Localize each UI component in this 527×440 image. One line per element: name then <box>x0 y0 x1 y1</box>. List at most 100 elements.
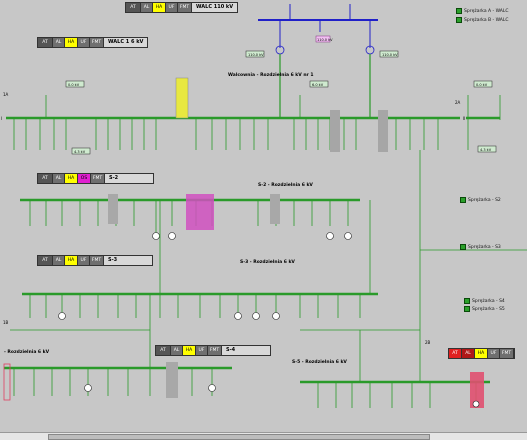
reading: 4.3 kV <box>480 148 492 152</box>
status-bar-s2: AT AL HA OS FMT S-2 <box>37 173 154 184</box>
status-btn-at[interactable]: AT <box>38 174 53 183</box>
status-btn-ha[interactable]: HA <box>475 349 488 358</box>
status-bar-s5: AT AL HA UF FMT <box>448 348 515 359</box>
legend-compressor-b[interactable]: Sprężarka B - WALC <box>456 17 509 23</box>
status-bar-label: S-4 <box>222 346 270 355</box>
legend-compressor-s5[interactable]: Sprężarka - S5 <box>464 306 505 312</box>
bus-label-left: I <box>1 116 2 121</box>
status-btn-uf[interactable]: UF <box>196 346 208 355</box>
compressor-status-icon <box>464 306 470 312</box>
status-btn-uf[interactable]: UF <box>488 349 500 358</box>
marker-1a: 1A <box>3 92 9 97</box>
status-btn-ha[interactable]: HA <box>65 256 78 265</box>
status-btn-fmt[interactable]: FMT <box>500 349 514 358</box>
status-btn-al[interactable]: AL <box>53 38 65 47</box>
legend-label: Sprężarka A - WALC <box>464 8 509 14</box>
status-btn-al[interactable]: AL <box>141 3 153 12</box>
legend-compressor-a[interactable]: Sprężarka A - WALC <box>456 8 509 14</box>
compressor-status-icon <box>456 8 462 14</box>
status-bar-label: S-2 <box>105 174 153 183</box>
motor-symbol[interactable] <box>152 232 160 240</box>
bus-label-right: II <box>463 116 465 121</box>
walcownia-title: Walcownia - Rozdzielnia 6 kV nr 1 <box>228 72 313 78</box>
status-btn-fmt[interactable]: FMT <box>90 256 104 265</box>
status-btn-at[interactable]: AT <box>38 256 53 265</box>
hv-reading: 110.0 kV <box>248 53 264 57</box>
legend-label: Sprężarka - S5 <box>472 306 505 312</box>
status-btn-ha[interactable]: HA <box>65 38 78 47</box>
motor-symbol[interactable] <box>472 400 480 408</box>
single-line-diagram: 110.0 kV 110.0 kV 110.0 kV Walcownia - R… <box>1 4 527 408</box>
status-bar-walc110: AT AL HA UF FMT WALC 110 kV <box>125 2 239 13</box>
legend-compressor-s3[interactable]: Sprężarka - S3 <box>460 244 501 250</box>
hv-reading: 110.0 kV <box>317 38 333 42</box>
s3-title: S-3 - Rozdzielnia 6 kV <box>240 259 295 265</box>
status-btn-ha[interactable]: HA <box>183 346 196 355</box>
status-btn-at[interactable]: AT <box>449 349 462 358</box>
alarm-yellow-feeder[interactable] <box>175 77 189 119</box>
status-btn-fmt[interactable]: FMT <box>208 346 222 355</box>
feeder-grey-highlight <box>166 362 178 398</box>
status-btn-os[interactable]: OS <box>78 174 91 183</box>
legend-label: Sprężarka - S2 <box>468 197 501 203</box>
hv-reading: 110.0 kV <box>382 53 398 57</box>
marker-1b: 1B <box>3 320 9 325</box>
status-btn-al[interactable]: AL <box>462 349 475 358</box>
reading: 4.3 kV <box>74 150 86 154</box>
s5-feeders <box>300 150 527 408</box>
status-bar-s4: AT AL HA UF FMT S-4 <box>155 345 271 356</box>
status-bar-label: S-3 <box>104 256 152 265</box>
status-btn-uf[interactable]: UF <box>78 256 90 265</box>
status-bar-label: WALC 1 6 kV <box>104 38 148 47</box>
status-btn-uf[interactable]: UF <box>78 38 90 47</box>
motor-symbol[interactable] <box>344 232 352 240</box>
status-btn-al[interactable]: AL <box>53 174 65 183</box>
motor-symbol[interactable] <box>326 232 334 240</box>
status-btn-ha[interactable]: HA <box>153 3 166 12</box>
feeder-grey-highlight <box>270 194 280 224</box>
feeder-grey-highlight <box>330 110 340 152</box>
motor-symbol[interactable] <box>272 312 280 320</box>
motor-symbol[interactable] <box>208 384 216 392</box>
feeder-grey-highlight <box>108 194 118 224</box>
legend-compressor-s2[interactable]: Sprężarka - S2 <box>460 197 501 203</box>
alarm-magenta-feeder[interactable] <box>186 194 214 230</box>
status-btn-fmt[interactable]: FMT <box>90 38 104 47</box>
status-btn-at[interactable]: AT <box>38 38 53 47</box>
motor-symbol[interactable] <box>84 384 92 392</box>
motor-symbol[interactable] <box>58 312 66 320</box>
marker-2a: 2A <box>455 100 461 105</box>
s5-title: S-5 - Rozdzielnia 6 kV <box>292 359 347 365</box>
scada-screen: 110.0 kV 110.0 kV 110.0 kV Walcownia - R… <box>0 0 527 440</box>
status-btn-uf[interactable]: UF <box>166 3 178 12</box>
motor-symbol[interactable] <box>252 312 260 320</box>
reading: 6.0 kV <box>312 83 324 87</box>
legend-compressor-s4[interactable]: Sprężarka - S4 <box>464 298 505 304</box>
compressor-status-icon <box>460 197 466 203</box>
alarm-red-frame <box>3 363 11 401</box>
status-btn-at[interactable]: AT <box>126 3 141 12</box>
s4-title: - Rozdzielnia 6 kV <box>4 349 50 355</box>
status-bar-label: WALC 110 kV <box>192 3 238 12</box>
legend-label: Sprężarka - S3 <box>468 244 501 250</box>
reading: 0.0 kV <box>68 83 80 87</box>
status-bar-s3: AT AL HA UF FMT S-3 <box>37 255 153 266</box>
legend-label: Sprężarka - S4 <box>472 298 505 304</box>
legend-label: Sprężarka B - WALC <box>464 17 509 23</box>
status-btn-fmt[interactable]: FMT <box>178 3 192 12</box>
motor-symbol[interactable] <box>168 232 176 240</box>
compressor-status-icon <box>464 298 470 304</box>
status-btn-fmt[interactable]: FMT <box>91 174 105 183</box>
reading: 0.0 kV <box>476 83 488 87</box>
feeder-grey-highlight <box>378 110 388 152</box>
horizontal-scrollbar[interactable] <box>0 432 527 440</box>
status-btn-ha[interactable]: HA <box>65 174 78 183</box>
status-btn-al[interactable]: AL <box>53 256 65 265</box>
status-btn-at[interactable]: AT <box>156 346 171 355</box>
s2-title: S-2 - Rozdzielnia 6 kV <box>258 182 313 188</box>
walcownia-feeders <box>13 95 501 150</box>
status-btn-al[interactable]: AL <box>171 346 183 355</box>
motor-symbol[interactable] <box>234 312 242 320</box>
scrollbar-thumb[interactable] <box>48 434 430 440</box>
compressor-status-icon <box>456 17 462 23</box>
